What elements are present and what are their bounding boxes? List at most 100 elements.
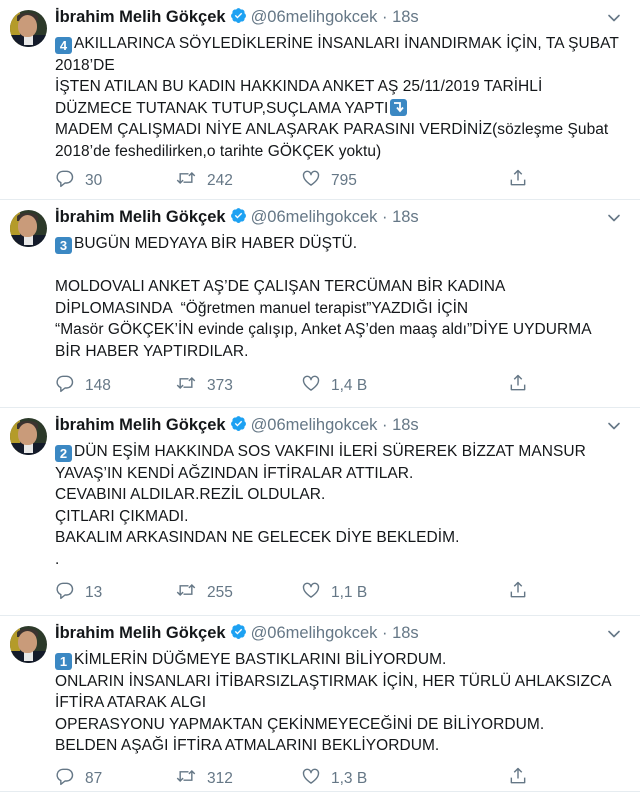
share-icon: [508, 373, 538, 398]
tweet-text: 1 KİMLERİN DÜĞMEYE BASTIKLARINI BİLİYORDU…: [55, 649, 625, 757]
tweet[interactable]: İbrahim Melih Gökçek @06melihgokcek · 18s…: [0, 0, 640, 200]
verified-badge-icon: [230, 207, 247, 229]
tweet[interactable]: İbrahim Melih Gökçek @06melihgokcek · 18s…: [0, 200, 640, 408]
tweet-line-text: BİR HABER YAPTIRDILAR.: [55, 342, 249, 360]
chevron-down-icon[interactable]: [606, 626, 622, 642]
tweet-line-text: MOLDOVALI ANKET AŞ’DE ÇALIŞAN TERCÜMAN B…: [55, 278, 506, 295]
reply-icon: [55, 168, 85, 193]
avatar[interactable]: [10, 10, 47, 47]
author-handle[interactable]: @06melihgokcek: [251, 208, 378, 226]
like-count: 1,3 B: [331, 769, 368, 787]
retweet-count: 373: [207, 376, 233, 394]
author-handle[interactable]: @06melihgokcek: [251, 8, 378, 26]
tweet-line-text: BAKALIM ARKASINDAN NE GELECEK DİYE BEKLE…: [55, 529, 460, 546]
separator-dot: ·: [381, 624, 388, 642]
author-handle[interactable]: @06melihgokcek: [251, 624, 378, 642]
heart-icon: [301, 580, 331, 605]
keycap-number-badge: 3: [55, 237, 72, 254]
avatar[interactable]: [10, 626, 47, 663]
reply-button[interactable]: 13: [55, 580, 102, 605]
verified-badge-icon: [230, 415, 247, 437]
keycap-number-badge: 2: [55, 445, 72, 462]
tweet-line-text: CEVABINI ALDILAR.REZİL OLDULAR.: [55, 486, 326, 503]
tweet-line: MOLDOVALI ANKET AŞ’DE ÇALIŞAN TERCÜMAN B…: [55, 276, 625, 298]
share-button[interactable]: [508, 373, 538, 398]
reply-count: 13: [85, 583, 103, 601]
reply-button[interactable]: 30: [55, 168, 102, 193]
reply-icon: [55, 373, 85, 398]
timestamp[interactable]: 18s: [392, 416, 419, 434]
reply-button[interactable]: 148: [55, 373, 111, 398]
tweet-text: 3 BUGÜN MEDYAYA BİR HABER DÜŞTÜ. MOLDOVALI…: [55, 233, 625, 362]
retweet-count: 255: [207, 583, 233, 601]
tweet-line: DİPLOMASINDA “Öğretmen manuel terapist”Y…: [55, 298, 625, 320]
chevron-down-icon[interactable]: [606, 418, 622, 434]
tweet-line: BİR HABER YAPTIRDILAR.: [55, 341, 625, 363]
tweet-line: 1 KİMLERİN DÜĞMEYE BASTIKLARINI BİLİYORDU…: [55, 649, 625, 671]
like-button[interactable]: 1,3 B: [301, 766, 367, 791]
avatar[interactable]: [10, 210, 47, 247]
author-handle[interactable]: @06melihgokcek: [251, 416, 378, 434]
verified-badge-icon: [230, 623, 247, 645]
share-button[interactable]: [508, 766, 538, 791]
avatar[interactable]: [10, 418, 47, 455]
separator-dot: ·: [381, 416, 388, 434]
author-name[interactable]: İbrahim Melih Gökçek: [55, 624, 226, 642]
arrow-down-badge-icon: [390, 98, 408, 116]
tweet-line: 2 DÜN EŞİM HAKKINDA SOS VAKFINI İLERİ SÜR…: [55, 441, 625, 463]
separator-dot: ·: [381, 208, 388, 226]
tweet-line-text: 2018’de feshedilirken,o tarihte GÖKÇEK y…: [55, 142, 382, 160]
keycap-number-badge: 4: [55, 37, 72, 54]
share-button[interactable]: [508, 580, 538, 605]
tweet-line: İFTİRA ATARAK ALGI: [55, 692, 625, 714]
retweet-icon: [175, 373, 207, 398]
tweet-line-text: İFTİRA ATARAK ALGI: [55, 694, 207, 711]
heart-icon: [301, 766, 331, 791]
reply-count: 30: [85, 171, 103, 189]
tweet-line: OPERASYONU YAPMAKTAN ÇEKİNMEYECEĞİNİ DE …: [55, 714, 625, 736]
tweet-line-text: DİPLOMASINDA “Öğretmen manuel terapist”Y…: [55, 299, 469, 317]
retweet-button[interactable]: 242: [175, 168, 233, 193]
keycap-number-badge: 1: [55, 653, 72, 670]
tweet-line-text: .: [55, 550, 60, 568]
author-name[interactable]: İbrahim Melih Gökçek: [55, 416, 226, 434]
tweet-line: BELDEN AŞAĞI İFTİRA ATMALARINI BEKLİYORD…: [55, 735, 625, 757]
tweet-line-text: “Masör GÖKÇEK’İN evinde çalışıp, Anket A…: [55, 321, 592, 338]
tweet-line-text: İŞTEN ATILAN BU KADIN HAKKINDA ANKET AŞ …: [55, 78, 543, 95]
timestamp[interactable]: 18s: [392, 8, 419, 26]
tweet-line-text: OPERASYONU YAPMAKTAN ÇEKİNMEYECEĞİNİ DE …: [55, 715, 545, 733]
tweet-line: 2018’de feshedilirken,o tarihte GÖKÇEK y…: [55, 141, 625, 163]
share-button[interactable]: [508, 168, 538, 193]
reply-button[interactable]: 87: [55, 766, 102, 791]
retweet-icon: [175, 168, 207, 193]
like-button[interactable]: 1,1 B: [301, 580, 367, 605]
separator-dot: ·: [381, 8, 388, 26]
tweet-line-text: ÇITLARI ÇIKMADI.: [55, 507, 189, 525]
tweet-line-text: MADEM ÇALIŞMADI NİYE ANLAŞARAK PARASINI …: [55, 121, 609, 138]
share-icon: [508, 580, 538, 605]
retweet-button[interactable]: 373: [175, 373, 233, 398]
tweet-actions: 30 242 795: [55, 168, 615, 190]
tweet-line-text: BUGÜN MEDYAYA BİR HABER DÜŞTÜ.: [74, 235, 358, 252]
tweet[interactable]: İbrahim Melih Gökçek @06melihgokcek · 18s…: [0, 408, 640, 616]
timestamp[interactable]: 18s: [392, 208, 419, 226]
tweet-line: DÜZMECE TUTANAK TUTUP,SUÇLAMA YAPTI: [55, 98, 625, 120]
author-name[interactable]: İbrahim Melih Gökçek: [55, 208, 226, 226]
tweet-line-text: DÜN EŞİM HAKKINDA SOS VAKFINI İLERİ SÜRE…: [74, 443, 586, 460]
reply-count: 87: [85, 769, 103, 787]
tweet[interactable]: İbrahim Melih Gökçek @06melihgokcek · 18s…: [0, 616, 640, 792]
like-button[interactable]: 795: [301, 168, 357, 193]
author-name[interactable]: İbrahim Melih Gökçek: [55, 8, 226, 26]
tweet-header: İbrahim Melih Gökçek @06melihgokcek · 18s: [55, 7, 419, 29]
chevron-down-icon[interactable]: [606, 210, 622, 226]
tweet-line: ONLARIN İNSANLARI İTİBARSIZLAŞTIRMAK İÇİ…: [55, 671, 625, 693]
retweet-button[interactable]: 255: [175, 580, 233, 605]
like-count: 1,4 B: [331, 376, 368, 394]
tweet-line-text: ONLARIN İNSANLARI İTİBARSIZLAŞTIRMAK İÇİ…: [55, 672, 612, 690]
retweet-button[interactable]: 312: [175, 766, 233, 791]
retweet-count: 242: [207, 171, 233, 189]
timestamp[interactable]: 18s: [392, 624, 419, 642]
share-icon: [508, 766, 538, 791]
like-button[interactable]: 1,4 B: [301, 373, 367, 398]
chevron-down-icon[interactable]: [606, 10, 622, 26]
